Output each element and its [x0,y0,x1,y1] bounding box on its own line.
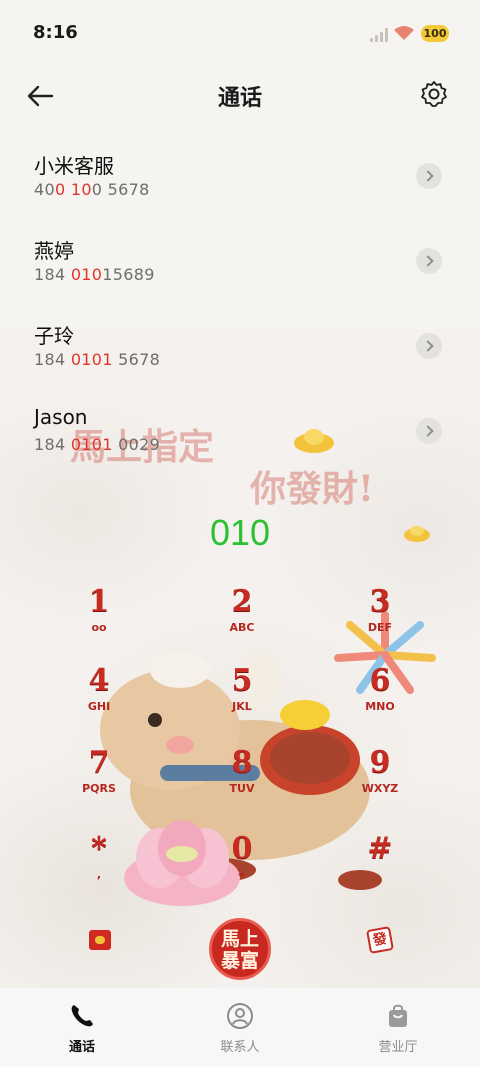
person-icon [227,1003,253,1029]
gear-icon[interactable] [420,80,448,108]
contact-number: 184 0101 5678 [34,350,161,369]
key-0[interactable]: 0 + [187,832,297,902]
wifi-icon [394,26,414,40]
tab-service-hall[interactable]: 营业厅 [338,1002,458,1055]
tab-calls[interactable]: 通话 [22,1002,142,1055]
page-title: 通话 [217,86,262,111]
contact-row[interactable]: 子玲 184 0101 5678 [0,310,480,380]
key-6[interactable]: 6 MNO [325,664,435,734]
contact-name: 子玲 [34,324,74,348]
contact-row[interactable]: 燕婷 184 01015689 [0,225,480,295]
bottom-tab-bar: 通话 联系人 营业厅 [0,988,480,1067]
chevron-right-icon[interactable] [416,248,442,274]
dialed-number-display: 010 [209,512,271,553]
chevron-right-icon[interactable] [416,418,442,444]
contact-name: 燕婷 [34,239,74,263]
contact-number: 184 0101 0029 [34,435,161,454]
dialer-actions: 馬上 暴富 發 [0,910,480,980]
key-5[interactable]: 5 JKL [187,664,297,734]
contact-row[interactable]: 小米客服 400 100 5678 [0,140,480,210]
key-2[interactable]: 2 ABC [187,585,297,655]
contact-row[interactable]: Jason 184 0101 0029 [0,395,480,465]
contact-number: 400 100 5678 [34,180,150,199]
theme-text-line2: 你發財! [250,468,374,510]
key-8[interactable]: 8 TUV [187,746,297,816]
voicemail-icon: ᴏᴏ [91,621,107,634]
key-9[interactable]: 9 WXYZ [325,746,435,816]
key-star[interactable]: *, [44,832,154,902]
contact-number: 184 01015689 [34,265,155,284]
status-bar: 8:16 100 [0,0,480,66]
title-bar: 通话 [0,66,480,126]
key-7[interactable]: 7 PQRS [44,746,154,816]
tab-contacts[interactable]: 联系人 [180,1002,300,1055]
key-4[interactable]: 4 GHI [44,664,154,734]
chevron-right-icon[interactable] [416,163,442,189]
key-3[interactable]: 3 DEF [325,585,435,655]
red-envelope-icon[interactable] [89,930,111,950]
delete-key-icon[interactable]: 發 [366,926,394,954]
shopping-bag-icon [389,1004,407,1027]
key-1[interactable]: 1 ᴏᴏ [44,585,154,655]
chevron-right-icon[interactable] [416,333,442,359]
battery-indicator: 100 [421,25,449,42]
contact-name: Jason [34,405,88,429]
phone-icon [71,1005,93,1027]
contact-name: 小米客服 [34,154,114,178]
key-hash[interactable]: # [325,832,435,902]
status-time: 8:16 [33,22,78,43]
cellular-signal-icon [370,28,388,42]
call-button[interactable]: 馬上 暴富 [209,918,271,980]
